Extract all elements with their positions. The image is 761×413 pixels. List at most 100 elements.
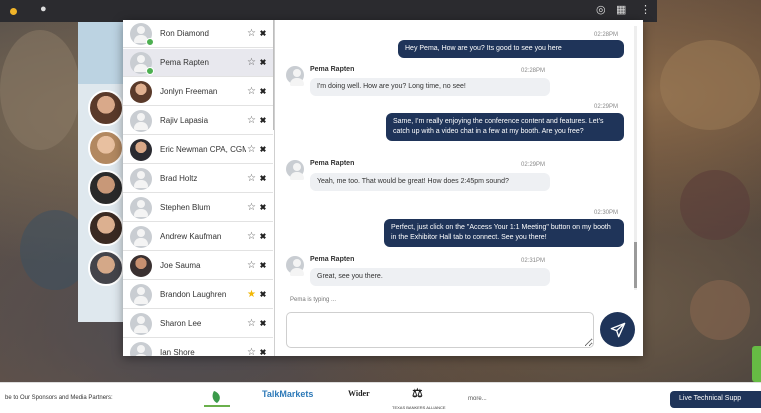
remove-icon[interactable]: ✖ xyxy=(257,29,269,38)
attendee-avatar[interactable] xyxy=(88,250,124,286)
user-list-item[interactable]: Andrew Kaufman ☆ ✖ xyxy=(123,223,273,251)
sponsor-logo-texas[interactable]: TEXAS BANKERS ALLIANCE xyxy=(392,405,446,410)
outgoing-message: Perfect, just click on the "Access Your … xyxy=(384,219,624,247)
menu-dot-icon[interactable]: ● xyxy=(40,3,47,15)
message-sender: Pema Rapten xyxy=(310,160,355,167)
favorite-star-icon[interactable]: ☆ xyxy=(246,347,257,356)
typing-indicator: Pema is typing ... xyxy=(290,297,337,303)
user-avatar-icon xyxy=(286,66,304,86)
favorite-star-icon[interactable]: ☆ xyxy=(246,318,257,329)
user-list-item[interactable]: Eric Newman CPA, CGMA ☆ ✖ xyxy=(123,136,273,164)
favorite-star-icon[interactable]: ☆ xyxy=(246,173,257,184)
online-status-icon xyxy=(146,66,154,75)
user-avatar-icon xyxy=(130,341,152,356)
remove-icon[interactable]: ✖ xyxy=(257,87,269,96)
user-name: Rajiv Lapasia xyxy=(160,116,209,125)
attendee-avatar[interactable] xyxy=(88,210,124,246)
chat-scrollbar-thumb[interactable] xyxy=(634,242,637,288)
sponsor-logo-talkmarkets[interactable]: TalkMarkets xyxy=(262,389,313,399)
user-name: Ian Shore xyxy=(160,348,195,356)
remove-icon[interactable]: ✖ xyxy=(257,174,269,183)
user-avatar-icon xyxy=(130,254,152,277)
user-list-scrollbar[interactable] xyxy=(273,20,274,130)
user-list-item[interactable]: Jonlyn Freeman ☆ ✖ xyxy=(123,78,273,106)
remove-icon[interactable]: ✖ xyxy=(257,232,269,241)
user-name: Joe Sauma xyxy=(160,261,201,270)
favorite-star-icon[interactable]: ☆ xyxy=(246,57,257,68)
message-sender: Pema Rapten xyxy=(310,256,355,263)
remove-icon[interactable]: ✖ xyxy=(257,58,269,67)
send-button[interactable] xyxy=(600,312,635,347)
message-time: 02:29PM xyxy=(594,104,619,110)
incoming-message: Yeah, me too. That would be great! How d… xyxy=(310,173,550,191)
user-name: Sharon Lee xyxy=(160,319,202,328)
outgoing-message: Hey Pema, How are you? Its good to see y… xyxy=(398,40,624,58)
user-list-item[interactable]: Brad Holtz ☆ ✖ xyxy=(123,165,273,193)
user-list-item[interactable]: Sharon Lee ☆ ✖ xyxy=(123,310,273,338)
remove-icon[interactable]: ✖ xyxy=(257,319,269,328)
attendee-avatar[interactable] xyxy=(88,130,124,166)
incoming-message: Great, see you there. xyxy=(310,268,550,286)
message-time: 02:31PM xyxy=(521,258,546,264)
user-avatar-icon xyxy=(130,167,152,190)
sponsor-logo-wider[interactable]: Wider xyxy=(348,389,370,398)
side-tab[interactable] xyxy=(752,346,761,382)
favorite-star-icon[interactable]: ☆ xyxy=(246,202,257,213)
sponsor-text: be to Our Sponsors and Media Partners: xyxy=(5,395,113,401)
online-status-icon xyxy=(146,37,154,46)
user-avatar-icon xyxy=(130,138,152,161)
message-time: 02:28PM xyxy=(594,32,619,38)
favorite-star-icon[interactable]: ★ xyxy=(246,289,257,300)
favorite-star-icon[interactable]: ☆ xyxy=(246,260,257,271)
favorite-star-icon[interactable]: ☆ xyxy=(246,144,257,155)
attendee-avatar[interactable] xyxy=(88,90,124,126)
message-input[interactable] xyxy=(286,312,594,348)
user-list-item[interactable]: Ian Shore ☆ ✖ xyxy=(123,339,273,356)
user-avatar-icon xyxy=(130,22,154,46)
incoming-message: I'm doing well. How are you? Long time, … xyxy=(310,78,550,96)
sponsor-more-link[interactable]: more... xyxy=(468,396,487,402)
remove-icon[interactable]: ✖ xyxy=(257,116,269,125)
chat-modal: Ron Diamond ☆ ✖ Pema Rapten ☆ ✖ Jonlyn Freeman… xyxy=(123,20,643,356)
favorite-star-icon[interactable]: ☆ xyxy=(246,86,257,97)
texas-bankers-logo-icon: ⚖ xyxy=(412,386,423,400)
user-list-item[interactable]: Ron Diamond ☆ ✖ xyxy=(123,20,273,48)
user-name: Andrew Kaufman xyxy=(160,232,222,241)
attendee-avatar[interactable] xyxy=(88,170,124,206)
user-avatar-icon xyxy=(130,283,152,306)
live-support-button[interactable]: Live Technical Supp xyxy=(670,391,761,408)
favorite-star-icon[interactable]: ☆ xyxy=(246,28,257,39)
favorite-star-icon[interactable]: ☆ xyxy=(246,231,257,242)
browser-top-bar: ● ◎ ▦ ⋮ xyxy=(0,0,657,22)
user-name: Brandon Laughren xyxy=(160,290,227,299)
more-vertical-icon[interactable]: ⋮ xyxy=(640,3,651,16)
paper-plane-icon xyxy=(610,322,625,337)
user-name: Stephen Blum xyxy=(160,203,211,212)
settings-icon[interactable]: ◎ xyxy=(596,3,606,16)
user-avatar-icon xyxy=(130,80,152,103)
message-sender: Pema Rapten xyxy=(310,66,355,73)
user-name: Jonlyn Freeman xyxy=(160,87,218,96)
user-avatar-icon xyxy=(130,51,154,75)
remove-icon[interactable]: ✖ xyxy=(257,348,269,356)
message-time: 02:29PM xyxy=(521,162,546,168)
remove-icon[interactable]: ✖ xyxy=(257,145,269,154)
user-list-item[interactable]: Joe Sauma ☆ ✖ xyxy=(123,252,273,280)
user-avatar-icon xyxy=(286,256,304,276)
user-list-item[interactable]: Brandon Laughren ★ ✖ xyxy=(123,281,273,309)
remove-icon[interactable]: ✖ xyxy=(257,203,269,212)
user-list-item[interactable]: Stephen Blum ☆ ✖ xyxy=(123,194,273,222)
remove-icon[interactable]: ✖ xyxy=(257,290,269,299)
user-avatar-icon xyxy=(130,312,152,335)
user-list-item[interactable]: Rajiv Lapasia ☆ ✖ xyxy=(123,107,273,135)
sponsor-bar: be to Our Sponsors and Media Partners: T… xyxy=(0,382,761,413)
grid-icon[interactable]: ▦ xyxy=(616,3,626,16)
sponsor-logo-leaf-icon[interactable] xyxy=(200,389,234,409)
user-avatar-icon xyxy=(130,109,152,132)
user-name: Ron Diamond xyxy=(160,29,209,38)
favorite-star-icon[interactable]: ☆ xyxy=(246,115,257,126)
user-list-item[interactable]: Pema Rapten ☆ ✖ xyxy=(123,49,273,77)
remove-icon[interactable]: ✖ xyxy=(257,261,269,270)
user-name: Eric Newman CPA, CGMA xyxy=(160,145,246,154)
message-time: 02:28PM xyxy=(521,68,546,74)
